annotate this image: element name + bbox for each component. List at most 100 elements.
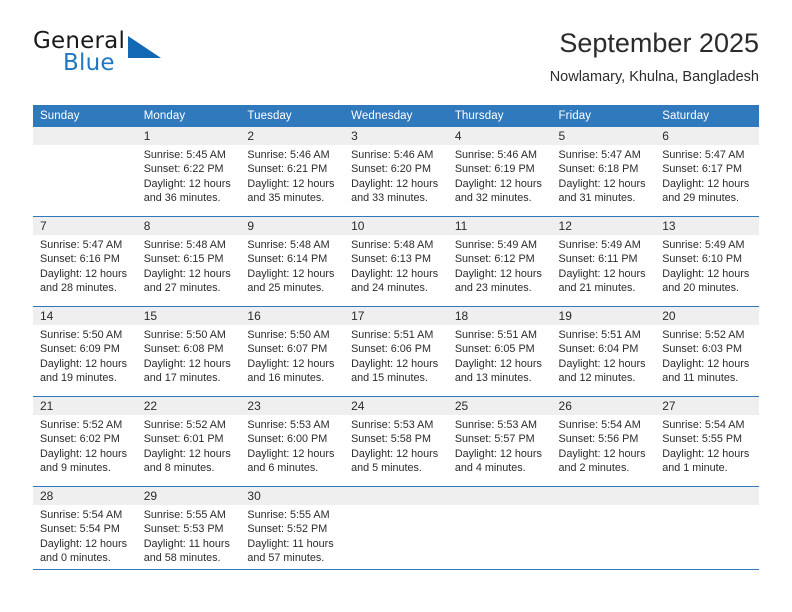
day-detail-daylight-line2: and 57 minutes. [247, 552, 325, 565]
day-detail-sunset: Sunset: 6:20 PM [351, 163, 431, 176]
day-detail-sunrise: Sunrise: 5:46 AM [247, 149, 330, 161]
day-details: Sunrise: 5:45 AM Sunset: 6:22 PM Daylight:… [137, 145, 241, 206]
day-detail-daylight-line1: Daylight: 12 hours [351, 177, 439, 190]
calendar-day-cell[interactable]: 24 Sunrise: 5:53 AM Sunset: 5:58 PM Dayligh… [344, 396, 448, 487]
day-details: Sunrise: 5:53 AM Sunset: 6:00 PM Daylight:… [240, 415, 344, 476]
calendar-day-cell[interactable]: 23 Sunrise: 5:53 AM Sunset: 6:00 PM Dayligh… [240, 396, 345, 487]
day-detail-daylight-line2: and 15 minutes. [351, 372, 428, 385]
day-details: Sunrise: 5:51 AM Sunset: 6:04 PM Daylight:… [552, 325, 656, 386]
day-detail-daylight-line2: and 29 minutes. [662, 192, 740, 205]
calendar-day-cell[interactable]: 1 Sunrise: 5:45 AM Sunset: 6:22 PM Daylight… [136, 127, 241, 217]
day-detail-sunrise: Sunrise: 5:50 AM [247, 329, 330, 341]
day-detail-sunrise: Sunrise: 5:49 AM [558, 239, 641, 251]
day-detail-daylight-line1: Daylight: 12 hours [247, 177, 335, 190]
day-number: 10 [344, 217, 448, 235]
calendar-day-cell[interactable]: 9 Sunrise: 5:48 AM Sunset: 6:14 PM Daylight… [240, 216, 345, 307]
day-detail-daylight-line2: and 1 minute. [662, 462, 728, 475]
day-detail-sunrise: Sunrise: 5:52 AM [143, 419, 226, 431]
day-detail-daylight-line2: and 12 minutes. [558, 372, 636, 385]
calendar-day-cell[interactable]: 19 Sunrise: 5:51 AM Sunset: 6:04 PM Dayligh… [551, 306, 656, 397]
calendar-day-cell[interactable]: 20 Sunrise: 5:52 AM Sunset: 6:03 PM Dayligh… [655, 306, 759, 397]
weekday-header-sunday: Sunday [33, 105, 137, 127]
calendar-day-cell[interactable]: 11 Sunrise: 5:49 AM Sunset: 6:12 PM Dayligh… [447, 216, 552, 307]
day-detail-sunset: Sunset: 6:04 PM [558, 343, 639, 356]
day-number: 7 [33, 217, 137, 235]
calendar-week-row: 28 Sunrise: 5:54 AM Sunset: 5:54 PM Dayligh… [33, 486, 759, 576]
day-detail-sunset: Sunset: 6:13 PM [351, 253, 431, 266]
calendar-day-cell[interactable]: 2 Sunrise: 5:46 AM Sunset: 6:21 PM Daylight… [240, 127, 345, 217]
calendar-day-cell[interactable]: 7 Sunrise: 5:47 AM Sunset: 6:16 PM Daylight… [33, 216, 137, 307]
day-details: Sunrise: 5:50 AM Sunset: 6:09 PM Daylight:… [33, 325, 137, 386]
calendar-day-cell[interactable]: 16 Sunrise: 5:50 AM Sunset: 6:07 PM Dayligh… [240, 306, 345, 397]
day-number: 1 [136, 127, 241, 145]
calendar-day-cell[interactable]: 27 Sunrise: 5:54 AM Sunset: 5:55 PM Dayligh… [655, 396, 759, 487]
day-detail-daylight-line2: and 4 minutes. [454, 462, 526, 475]
day-details: Sunrise: 5:50 AM Sunset: 6:08 PM Daylight:… [137, 325, 241, 386]
day-details: Sunrise: 5:49 AM Sunset: 6:11 PM Daylight:… [552, 235, 656, 296]
day-detail-sunset: Sunset: 6:21 PM [247, 163, 328, 176]
day-detail-daylight-line2: and 9 minutes. [40, 462, 111, 475]
day-detail-daylight-line1: Daylight: 12 hours [247, 357, 335, 370]
day-details: Sunrise: 5:46 AM Sunset: 6:20 PM Daylight:… [344, 145, 448, 206]
calendar-day-cell[interactable]: 18 Sunrise: 5:51 AM Sunset: 6:05 PM Dayligh… [447, 306, 552, 397]
title-block: September 2025 Nowlamary, Khulna, Bangla… [550, 26, 759, 88]
day-detail-daylight-line2: and 36 minutes. [143, 192, 221, 205]
calendar-day-cell[interactable]: 26 Sunrise: 5:54 AM Sunset: 5:56 PM Dayligh… [551, 396, 656, 487]
calendar-day-cell[interactable]: 30 Sunrise: 5:55 AM Sunset: 5:52 PM Dayligh… [240, 486, 345, 576]
calendar-day-cell[interactable]: 3 Sunrise: 5:46 AM Sunset: 6:20 PM Daylight… [344, 127, 448, 217]
day-detail-sunset: Sunset: 6:22 PM [143, 163, 224, 176]
page-title: September 2025 [559, 28, 759, 58]
calendar-day-cell[interactable]: 25 Sunrise: 5:53 AM Sunset: 5:57 PM Dayligh… [447, 396, 552, 487]
day-details: Sunrise: 5:55 AM Sunset: 5:53 PM Daylight:… [137, 505, 241, 566]
calendar-body: 1 Sunrise: 5:45 AM Sunset: 6:22 PM Daylight… [33, 127, 759, 576]
day-detail-sunset: Sunset: 6:17 PM [662, 163, 743, 176]
logo[interactable]: General Blue [33, 28, 213, 86]
day-detail-sunrise: Sunrise: 5:48 AM [247, 239, 330, 251]
day-detail-sunrise: Sunrise: 5:50 AM [40, 329, 123, 341]
calendar-day-cell[interactable]: 5 Sunrise: 5:47 AM Sunset: 6:18 PM Daylight… [551, 127, 656, 217]
day-detail-sunrise: Sunrise: 5:49 AM [662, 239, 745, 251]
calendar-day-cell[interactable]: 28 Sunrise: 5:54 AM Sunset: 5:54 PM Dayligh… [33, 486, 137, 576]
calendar-day-cell[interactable]: 14 Sunrise: 5:50 AM Sunset: 6:09 PM Dayligh… [33, 306, 137, 397]
day-detail-sunrise: Sunrise: 5:48 AM [143, 239, 226, 251]
day-detail-daylight-line2: and 31 minutes. [558, 192, 636, 205]
calendar-day-cell[interactable]: 13 Sunrise: 5:49 AM Sunset: 6:10 PM Dayligh… [655, 216, 759, 307]
calendar-day-cell[interactable]: 4 Sunrise: 5:46 AM Sunset: 6:19 PM Daylight… [447, 127, 552, 217]
calendar-day-cell[interactable]: 21 Sunrise: 5:52 AM Sunset: 6:02 PM Dayligh… [33, 396, 137, 487]
calendar-empty-cell [655, 486, 759, 576]
day-detail-sunrise: Sunrise: 5:49 AM [454, 239, 538, 251]
day-detail-daylight-line1: Daylight: 12 hours [454, 447, 542, 460]
day-detail-sunset: Sunset: 6:06 PM [351, 343, 431, 356]
calendar-day-cell[interactable]: 29 Sunrise: 5:55 AM Sunset: 5:53 PM Dayligh… [136, 486, 241, 576]
day-detail-daylight-line2: and 6 minutes. [247, 462, 319, 475]
day-detail-daylight-line1: Daylight: 12 hours [662, 357, 750, 370]
day-detail-daylight-line1: Daylight: 12 hours [662, 177, 750, 190]
day-detail-daylight-line1: Daylight: 11 hours [143, 537, 230, 550]
calendar-week-row: 14 Sunrise: 5:50 AM Sunset: 6:09 PM Dayligh… [33, 306, 759, 397]
day-detail-sunset: Sunset: 6:07 PM [247, 343, 328, 356]
calendar-day-cell[interactable]: 12 Sunrise: 5:49 AM Sunset: 6:11 PM Dayligh… [551, 216, 656, 307]
day-details: Sunrise: 5:53 AM Sunset: 5:57 PM Daylight:… [448, 415, 552, 476]
day-detail-sunrise: Sunrise: 5:47 AM [40, 239, 123, 251]
day-number: 18 [447, 307, 552, 325]
day-details: Sunrise: 5:47 AM Sunset: 6:17 PM Daylight:… [655, 145, 759, 206]
day-detail-daylight-line1: Daylight: 12 hours [143, 357, 231, 370]
calendar-day-cell[interactable]: 6 Sunrise: 5:47 AM Sunset: 6:17 PM Daylight… [655, 127, 759, 217]
day-number: 3 [344, 127, 448, 145]
calendar-day-cell[interactable]: 22 Sunrise: 5:52 AM Sunset: 6:01 PM Dayligh… [136, 396, 241, 487]
calendar-day-cell[interactable]: 17 Sunrise: 5:51 AM Sunset: 6:06 PM Dayligh… [344, 306, 448, 397]
weekday-header-saturday: Saturday [655, 105, 759, 127]
calendar-day-cell[interactable]: 8 Sunrise: 5:48 AM Sunset: 6:15 PM Daylight… [136, 216, 241, 307]
day-detail-daylight-line2: and 19 minutes. [40, 372, 117, 385]
weekday-header-friday: Friday [551, 105, 656, 127]
logo-text-blue: Blue [63, 50, 115, 76]
day-details: Sunrise: 5:47 AM Sunset: 6:16 PM Daylight:… [33, 235, 137, 296]
day-detail-daylight-line1: Daylight: 12 hours [40, 357, 128, 370]
calendar-empty-cell [447, 486, 552, 576]
day-number [551, 487, 656, 505]
day-details: Sunrise: 5:52 AM Sunset: 6:01 PM Daylight:… [137, 415, 241, 476]
calendar-day-cell[interactable]: 10 Sunrise: 5:48 AM Sunset: 6:13 PM Dayligh… [344, 216, 448, 307]
calendar-page: General Blue September 2025 Nowlamary, K… [0, 0, 792, 612]
calendar-day-cell[interactable]: 15 Sunrise: 5:50 AM Sunset: 6:08 PM Dayligh… [136, 306, 241, 397]
day-details: Sunrise: 5:46 AM Sunset: 6:19 PM Daylight:… [448, 145, 552, 206]
